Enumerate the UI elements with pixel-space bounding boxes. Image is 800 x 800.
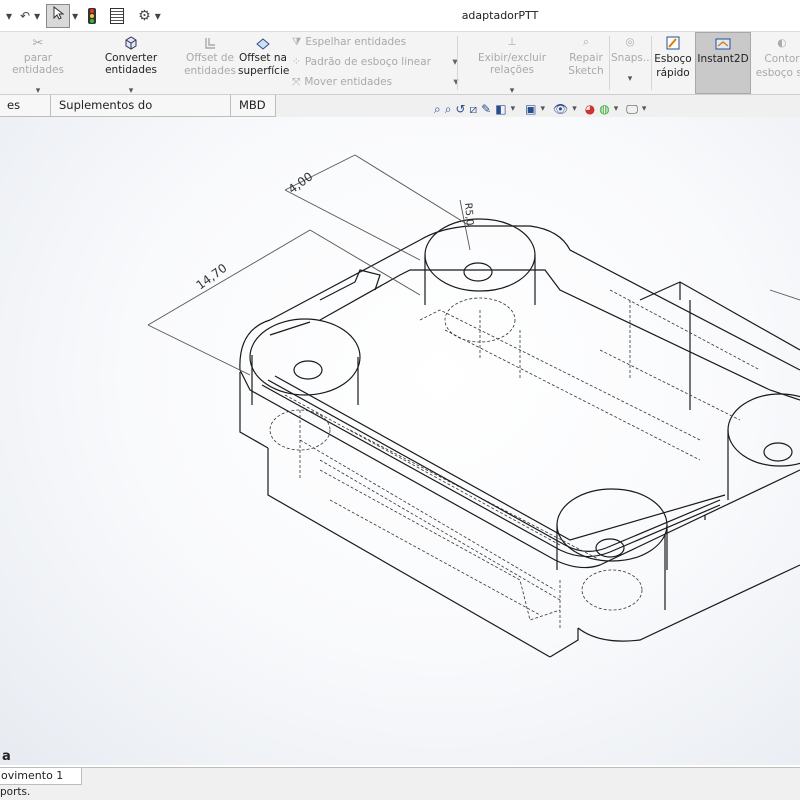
status-bar: ports. xyxy=(0,785,800,800)
dimension-label-radius[interactable]: R5,0 xyxy=(462,202,475,226)
rapid-sketch-label-2: rápido xyxy=(656,67,690,79)
zoom-to-fit-icon[interactable]: ⌕ xyxy=(434,102,441,117)
view-settings-icon[interactable]: 🖵 xyxy=(626,102,638,117)
relations-icon: ⊥ xyxy=(507,36,517,48)
view-orientation-icon[interactable]: ◧ xyxy=(495,102,506,116)
move-entities-label: Mover entidades xyxy=(304,76,393,88)
command-manager-tabs: es MBD Suplementos do SOLIDWORKS MBD xyxy=(0,95,800,133)
trim-entities-button[interactable]: ✂ parar entidades ▾ xyxy=(0,32,76,96)
repair-label-1: Repair xyxy=(569,52,603,64)
section-view-icon[interactable]: ⧄ xyxy=(470,102,478,117)
display-relations-label: Exibir/excluir relações xyxy=(477,52,547,76)
dimension-label-width[interactable]: 4,00 xyxy=(286,169,316,196)
trim-entities-label: parar entidades xyxy=(12,52,64,76)
title-bar: ▾ ↶ ▾ ▾ ⚙ ▾ adaptadorPTT xyxy=(0,0,800,32)
quick-snaps-button[interactable]: ◎ Snaps... ▾ xyxy=(611,32,653,94)
contour-icon: ◐ xyxy=(777,37,787,49)
offset-surface-label-2: superfície xyxy=(238,65,290,77)
offset-surface-label-1: Offset na xyxy=(239,52,287,64)
heads-up-view-toolbar: ⌕ ⌕ ↺ ⧄ ✎ ◧ ▾ ▣ ▾ 👁 ▾ ◕ ◍ ▾ 🖵 ▾ xyxy=(434,101,647,117)
instant2d-icon xyxy=(715,38,731,50)
motion-study-tab[interactable]: ovimento 1 xyxy=(0,768,82,785)
edit-appearance-icon[interactable]: ◕ xyxy=(585,102,595,116)
zoom-to-area-icon[interactable]: ⌕ xyxy=(445,102,452,117)
dynamic-annotation-icon[interactable]: ✎ xyxy=(481,102,491,116)
move-icon: ⤧ xyxy=(292,76,301,88)
trim-icon: ✂ xyxy=(32,36,44,51)
instant2d-label: Instant2D xyxy=(697,53,749,65)
offset-entities-label-2: entidades xyxy=(184,65,236,77)
status-text: ports. xyxy=(0,786,31,798)
graphics-area[interactable]: ⌕ ⌕ ↺ ⧄ ✎ ◧ ▾ ▣ ▾ 👁 ▾ ◕ ◍ ▾ 🖵 ▾ 4,00 14,… xyxy=(0,102,800,765)
contour-sketch-button[interactable]: ◐ Contor esboço so xyxy=(752,32,800,94)
repair-sketch-icon: ⌕ xyxy=(583,36,589,48)
rapid-sketch-icon xyxy=(666,36,680,50)
tab-solidworks-addins[interactable]: Suplementos do SOLIDWORKS xyxy=(50,95,231,133)
apply-scene-icon[interactable]: ◍ xyxy=(599,102,609,116)
offset-entities-label-1: Offset de xyxy=(185,52,234,64)
rapid-sketch-button[interactable]: Esboço rápido xyxy=(653,32,693,94)
mirror-entities-button[interactable]: ⧩ Espelhar entidades xyxy=(292,36,406,49)
rapid-sketch-label-1: Esboço xyxy=(654,53,692,65)
ribbon-separator xyxy=(651,36,652,90)
offset-surface-button[interactable]: Offset na superfície xyxy=(238,32,290,94)
previous-view-icon[interactable]: ↺ xyxy=(455,102,465,116)
offset-surface-icon xyxy=(256,38,270,50)
convert-entities-icon xyxy=(125,36,137,50)
snaps-icon: ◎ xyxy=(625,36,635,48)
snaps-label: Snaps... xyxy=(611,52,653,64)
mirror-icon: ⧩ xyxy=(292,36,302,48)
convert-entities-label: Converter entidades xyxy=(104,52,158,76)
window-title: adaptadorPTT xyxy=(461,9,539,22)
repair-label-2: Sketch xyxy=(568,65,604,77)
dropdown-arrow-icon[interactable]: ▾ xyxy=(611,74,649,84)
command-manager-ribbon: ✂ parar entidades ▾ Converter entidades … xyxy=(0,32,800,96)
cad-model-wireframe[interactable]: 4,00 14,70 R5,0 xyxy=(0,117,800,765)
linear-sketch-pattern-button[interactable]: ⁘ Padrão de esboço linear ▾ xyxy=(292,56,458,68)
offset-entities-button[interactable]: Offset de entidades xyxy=(184,32,236,94)
tab-mbd[interactable]: MBD xyxy=(230,95,276,117)
offset-entities-icon xyxy=(205,38,215,49)
ribbon-separator xyxy=(457,36,458,90)
tab-mbd-dimensions[interactable]: es MBD xyxy=(0,95,53,133)
instant2d-button[interactable]: Instant2D xyxy=(695,32,751,94)
hide-show-items-icon[interactable]: 👁 xyxy=(553,102,568,116)
display-style-icon[interactable]: ▣ xyxy=(525,102,536,116)
move-entities-button[interactable]: ⤧Mover entidades ▾ xyxy=(292,76,459,89)
convert-entities-button[interactable]: Converter entidades ▾ xyxy=(80,32,182,96)
contour-label-1: Contor xyxy=(764,53,800,65)
linear-pattern-label: Padrão de esboço linear xyxy=(304,56,432,68)
ribbon-separator xyxy=(609,36,610,90)
model-label-fragment: a xyxy=(2,749,11,764)
model-motion-tabs: ovimento 1 xyxy=(0,767,800,785)
mirror-entities-label: Espelhar entidades xyxy=(305,36,407,48)
linear-pattern-icon: ⁘ xyxy=(292,56,301,68)
repair-sketch-button[interactable]: ⌕ Repair Sketch xyxy=(566,32,606,94)
display-delete-relations-button[interactable]: ⊥ Exibir/excluir relações ▾ xyxy=(460,32,564,96)
contour-label-2: esboço so xyxy=(755,67,800,79)
